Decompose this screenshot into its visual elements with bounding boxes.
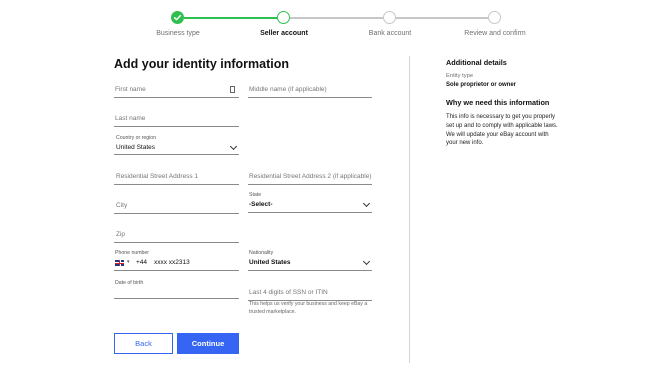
autofill-icon[interactable] [230,86,235,93]
why-heading: Why we need this information [446,98,550,107]
address2-placeholder: Residential Street Address 2 (if applica… [249,173,372,180]
step-pending-icon [383,11,396,24]
section-divider [409,56,410,363]
why-text: This info is necessary to get you proper… [446,114,558,147]
uk-flag-icon[interactable] [115,260,124,266]
nationality-value: United States [249,259,291,266]
phone-number-value: xxxx xx2313 [154,259,190,266]
address2-field[interactable]: Residential Street Address 2 (if applica… [248,172,372,185]
page-title: Add your identity information [114,57,289,71]
phone-label: Phone number [115,250,150,256]
step-active-icon [277,11,290,24]
entity-type-value: Sole proprietor or owner [446,82,517,88]
state-select[interactable]: State -Select- [248,191,372,213]
nationality-select[interactable]: Nationality United States [248,249,372,271]
state-label: State [249,192,262,198]
step-label-business-type: Business type [156,30,200,37]
date-of-birth-field[interactable]: Date of birth [114,279,239,299]
country-label: Country or region [116,135,157,141]
phone-country-code: +44 [136,259,148,266]
entity-type-label: Entity type [446,73,474,79]
city-placeholder: City [116,202,128,209]
zip-field[interactable]: Zip [114,230,239,243]
date-of-birth-label: Date of birth [115,280,144,286]
step-complete-icon [171,11,184,24]
zip-placeholder: Zip [116,231,126,238]
chevron-down-icon[interactable]: ▾ [127,259,130,265]
continue-button[interactable]: Continue [177,333,239,354]
country-select[interactable]: Country or region United States [114,134,239,155]
additional-details-heading: Additional details [446,58,507,67]
address1-placeholder: Residential Street Address 1 [116,173,199,180]
first-name-placeholder: First name [115,86,146,93]
phone-field[interactable]: Phone number ▾ +44 xxxx xx2313 [114,249,239,271]
chevron-down-icon [229,142,238,151]
back-button[interactable]: Back [114,333,173,354]
state-value: -Select- [249,201,273,208]
ssn-help-text: This helps us verify your business and k… [249,301,368,315]
step-connector-2 [290,17,383,19]
address1-field[interactable]: Residential Street Address 1 [114,172,239,185]
middle-name-field[interactable]: Middle name (if applicable) [248,85,372,98]
last-name-field[interactable]: Last name [114,114,239,127]
step-connector-1 [184,17,277,19]
chevron-down-icon [362,199,371,208]
last-name-placeholder: Last name [115,115,146,122]
country-value: United States [116,144,156,151]
step-label-seller-account: Seller account [260,30,308,37]
step-connector-3 [396,17,488,19]
first-name-field[interactable]: First name [114,85,239,98]
step-label-bank-account: Bank account [368,30,412,37]
middle-name-placeholder: Middle name (if applicable) [249,86,327,93]
nationality-label: Nationality [249,250,274,256]
step-label-review-confirm: Review and confirm [464,30,526,37]
chevron-down-icon [362,257,371,266]
city-field[interactable]: City [114,201,239,214]
ssn-placeholder: Last 4 digits of SSN or ITIN [249,289,328,296]
step-pending-icon [488,11,501,24]
